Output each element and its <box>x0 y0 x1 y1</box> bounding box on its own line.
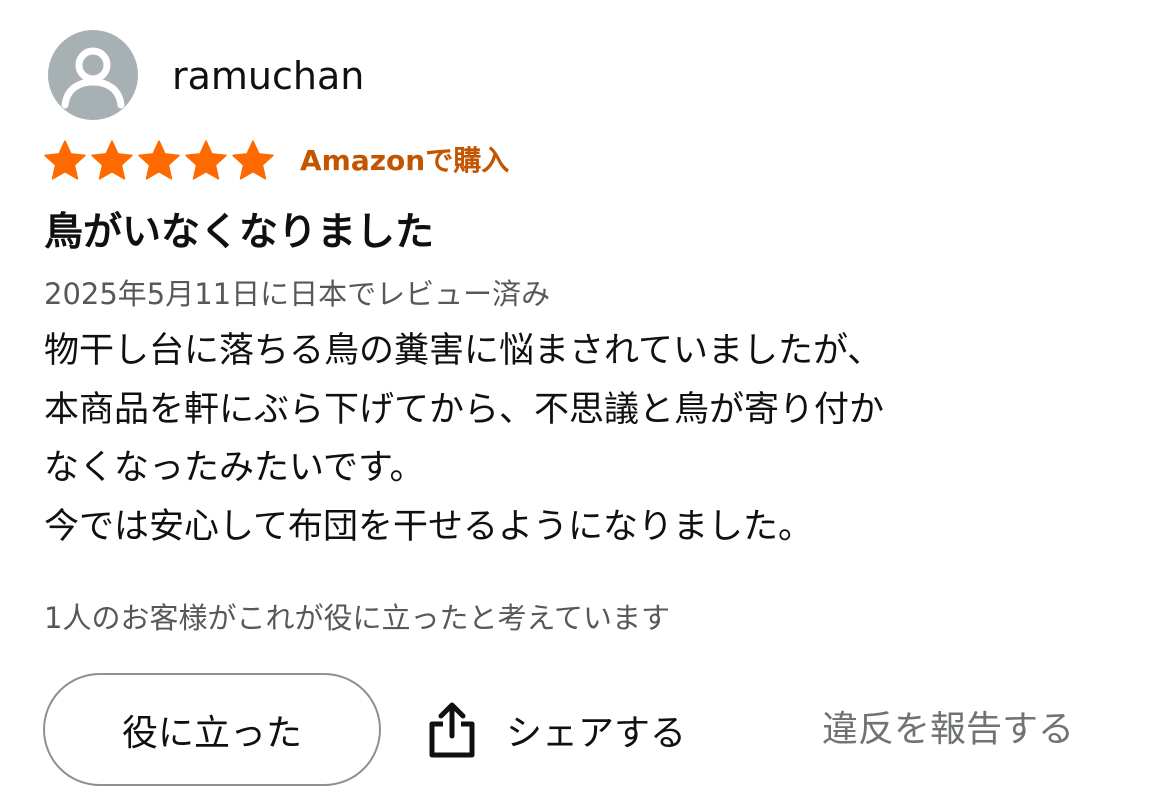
review-card: ramuchan Amazonで購入 鳥がいなくなりました 2025年5月11日… <box>0 0 1162 811</box>
share-label: シェアする <box>506 713 687 754</box>
review-body-line: 本商品を軒にぶら下げてから、不思議と鳥が寄り付か <box>44 389 885 430</box>
helpful-count: 1人のお客様がこれが役に立ったと考えています <box>44 601 671 635</box>
star-rating <box>42 138 276 184</box>
star-icon <box>138 140 180 180</box>
review-body-line: なくなったみたいです。 <box>44 448 425 488</box>
star-icon <box>232 140 274 180</box>
review-title: 鳥がいなくなりました <box>44 210 435 255</box>
share-icon <box>429 702 475 758</box>
star-icon <box>44 140 86 180</box>
helpful-button[interactable]: 役に立った <box>43 673 381 786</box>
star-icon <box>185 140 227 180</box>
report-abuse-link[interactable]: 違反を報告する <box>822 704 1074 756</box>
avatar[interactable] <box>48 30 138 120</box>
share-button[interactable]: シェアする <box>424 690 686 770</box>
review-body: 物干し台に落ちる鳥の糞害に悩まされていましたが、 本商品を軒にぶら下げてから、不… <box>44 322 1144 556</box>
review-date: 2025年5月11日に日本でレビュー済み <box>44 277 551 311</box>
star-icon <box>91 140 133 180</box>
review-body-line: 物干し台に落ちる鳥の糞害に悩まされていましたが、 <box>44 331 883 371</box>
review-body-line: 今では安心して布団を干せるようになりました。 <box>44 506 813 547</box>
user-silhouette-icon <box>61 47 125 109</box>
verified-purchase-badge: Amazonで購入 <box>300 144 510 177</box>
reviewer-name[interactable]: ramuchan <box>172 52 364 100</box>
